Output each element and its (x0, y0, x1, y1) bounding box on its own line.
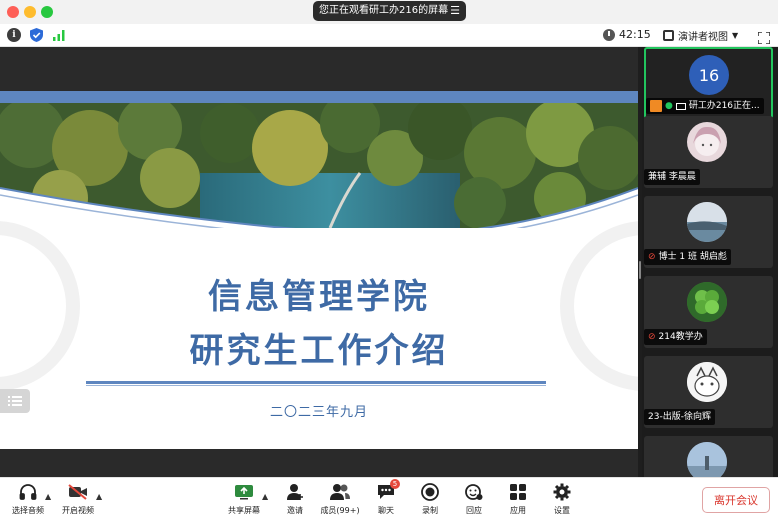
fullscreen-icon[interactable] (757, 29, 771, 45)
members-label: 成员(99+) (320, 506, 360, 515)
gear-icon (552, 482, 572, 502)
video-button[interactable]: 开启视频 (58, 482, 98, 516)
meeting-timer: 42:15 (603, 28, 651, 41)
participant-tile[interactable]: 23-出版-徐向辉 (644, 356, 773, 428)
clock-icon (603, 28, 615, 41)
share-banner-text: 您正在观看研工办216的屏幕 (319, 5, 449, 16)
members-icon (330, 482, 350, 502)
timer-text: 42:15 (619, 28, 651, 41)
avatar (687, 202, 727, 242)
participant-name: 兼辅 李晨晨 (648, 172, 696, 182)
audio-options-chevron-icon[interactable]: ▲ (45, 492, 51, 501)
settings-button[interactable]: 设置 (542, 482, 582, 516)
signal-strength-icon[interactable] (52, 28, 66, 42)
avatar (687, 362, 727, 402)
settings-label: 设置 (554, 506, 570, 515)
presenter-view-dropdown[interactable]: 演讲者视图 ▼ (663, 28, 738, 43)
participant-tile[interactable]: 16 ● 研工办216正在... (644, 47, 773, 119)
reactions-label: 回应 (466, 506, 482, 515)
slide-title-line1: 信息管理学院 (208, 277, 430, 317)
slide-date: 二〇二三年九月 (269, 405, 368, 420)
members-button[interactable]: 成员(99+) (320, 482, 360, 516)
apps-grid-icon (508, 482, 528, 502)
avatar (687, 122, 727, 162)
headphones-icon (18, 482, 38, 502)
chat-icon: 5 (376, 479, 400, 502)
reactions-button[interactable]: 回应 (454, 482, 494, 516)
shield-icon[interactable] (29, 28, 43, 42)
meeting-info-bar: i 42:15 演讲者视图 ▼ (0, 24, 778, 47)
video-label: 开启视频 (62, 506, 94, 515)
slide-divider-thin (86, 385, 546, 386)
chevron-down-icon: ▼ (732, 31, 739, 40)
audio-button[interactable]: 选择音频 (8, 482, 48, 516)
person-icon (650, 100, 662, 112)
info-icon[interactable]: i (7, 28, 21, 42)
participant-tile[interactable]: 兼辅 李晨晨 (644, 116, 773, 188)
chat-unread-badge: 5 (390, 479, 400, 489)
apps-label: 应用 (510, 506, 526, 515)
view-layout-icon (663, 30, 674, 41)
participant-name-tag: ⊘ 博士 1 班 胡启彪 (644, 249, 731, 265)
video-options-chevron-icon[interactable]: ▲ (96, 492, 102, 501)
record-button[interactable]: 录制 (410, 482, 450, 516)
participant-video-panel[interactable]: 16 ● 研工办216正在... 兼辅 李晨晨 ⊘ 博士 1 班 胡启彪 ⊘ 2… (642, 47, 778, 477)
menu-icon[interactable]: ☰ (450, 1, 460, 21)
add-person-icon (285, 482, 305, 502)
participant-tile[interactable]: ⊘ 博士 1 班 胡启彪 (644, 196, 773, 268)
invite-button[interactable]: 邀请 (275, 482, 315, 516)
close-window-button[interactable] (7, 6, 19, 18)
audio-label: 选择音频 (12, 506, 44, 515)
participant-tile[interactable]: ⊘ 214教学办 (644, 276, 773, 348)
participant-name-tag: 兼辅 李晨晨 (644, 169, 700, 185)
window-titlebar: 您正在观看研工办216的屏幕 ☰ (0, 0, 778, 24)
participant-name: 博士 1 班 胡启彪 (658, 252, 727, 262)
shared-screen-area: 信息管理学院 研究生工作介绍 二〇二三年九月 (0, 47, 638, 477)
avatar: 16 (689, 55, 729, 95)
invite-label: 邀请 (287, 506, 303, 515)
record-label: 录制 (422, 506, 438, 515)
microphone-muted-icon: ⊘ (648, 332, 656, 342)
avatar (687, 442, 727, 477)
viewing-share-banner[interactable]: 您正在观看研工办216的屏幕 ☰ (313, 1, 466, 21)
slide-title-line2: 研究生工作介绍 (189, 331, 449, 371)
participant-name: 214教学办 (658, 332, 703, 342)
video-off-icon (68, 482, 88, 502)
presentation-slide: 信息管理学院 研究生工作介绍 二〇二三年九月 (0, 91, 638, 449)
minimize-window-button[interactable] (24, 6, 36, 18)
share-screen-icon (234, 482, 254, 502)
share-options-chevron-icon[interactable]: ▲ (262, 492, 268, 501)
presenter-view-label: 演讲者视图 (678, 32, 728, 43)
record-icon (420, 482, 440, 502)
list-icon (8, 396, 22, 406)
participant-name: 23-出版-徐向辉 (648, 412, 711, 422)
resize-grip[interactable] (639, 261, 641, 279)
microphone-icon: ● (665, 101, 673, 111)
chat-button[interactable]: 5 聊天 (366, 479, 406, 516)
participant-name-tag: ● 研工办216正在... (646, 98, 764, 114)
share-screen-button[interactable]: 共享屏幕 (224, 482, 264, 516)
participant-name-tag: 23-出版-徐向辉 (644, 409, 715, 425)
emoji-icon (464, 482, 484, 502)
slide-divider (86, 381, 546, 384)
apps-button[interactable]: 应用 (498, 482, 538, 516)
chat-label: 聊天 (378, 506, 394, 515)
microphone-muted-icon: ⊘ (648, 252, 656, 262)
participant-name: 研工办216正在... (688, 101, 760, 111)
share-screen-label: 共享屏幕 (228, 506, 260, 515)
leave-meeting-button[interactable]: 离开会议 (702, 487, 770, 513)
avatar (687, 282, 727, 322)
meeting-toolbar: 选择音频 ▲ 开启视频 ▲ 共享屏幕 ▲ 邀请 成员(99+) 5 聊天 录制 … (0, 477, 778, 520)
list-toggle-button[interactable] (0, 389, 30, 413)
campus-aerial-photo (0, 103, 638, 228)
participant-tile[interactable] (644, 436, 773, 477)
maximize-window-button[interactable] (41, 6, 53, 18)
screen-share-icon (675, 102, 686, 110)
participant-name-tag: ⊘ 214教学办 (644, 329, 707, 345)
